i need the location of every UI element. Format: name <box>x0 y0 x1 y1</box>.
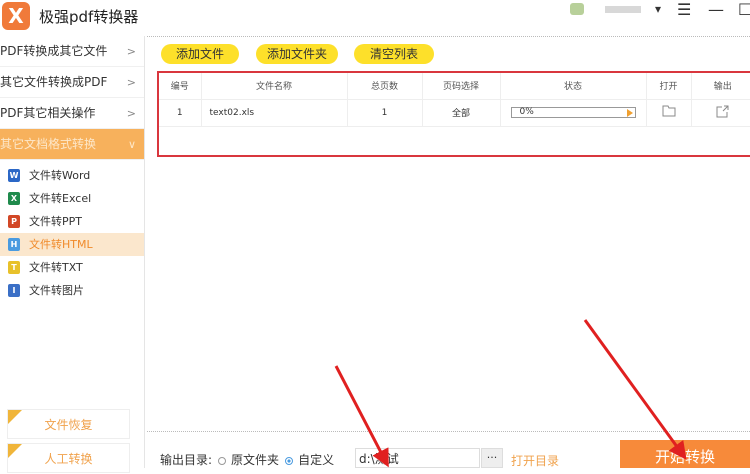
app-title: 极强pdf转换器 <box>39 8 139 26</box>
sub-to-excel[interactable]: X 文件转Excel <box>0 187 144 210</box>
minimize-button[interactable]: — <box>708 0 724 19</box>
cell-filename: text02.xls <box>201 99 348 127</box>
sub-to-ppt[interactable]: P 文件转PPT <box>0 210 144 233</box>
radio-original-folder[interactable] <box>218 456 227 465</box>
export-icon[interactable] <box>691 99 750 127</box>
col-status: 状态 <box>500 73 647 100</box>
col-pages: 总页数 <box>347 73 423 100</box>
menu-other-to-pdf[interactable]: 其它文件转换成PDF > <box>0 67 144 98</box>
table-row[interactable]: 1 text02.xls 1 全部 0% <box>159 99 750 127</box>
open-folder-icon[interactable] <box>646 99 692 127</box>
col-open: 打开 <box>646 73 692 100</box>
image-icon: I <box>8 284 20 297</box>
cell-pages: 1 <box>347 99 423 127</box>
sub-label: 文件转Word <box>29 169 91 182</box>
add-folder-button[interactable]: 添加文件夹 <box>256 44 338 64</box>
ppt-icon: P <box>8 215 20 228</box>
sidebar: PDF转换成其它文件 > 其它文件转换成PDF > PDF其它相关操作 > 其它文档格… <box>0 36 145 473</box>
add-file-button[interactable]: 添加文件 <box>161 44 239 64</box>
app-logo: X <box>2 2 30 30</box>
sub-label: 文件转Excel <box>29 192 92 205</box>
cell-status: 0% <box>500 99 647 127</box>
output-path-input[interactable]: d:\测试 <box>355 448 480 468</box>
custom-label[interactable]: 自定义 <box>298 453 334 467</box>
file-table: 编号 文件名称 总页数 页码选择 状态 打开 输出 1 text02.xls 1… <box>157 71 750 157</box>
cell-number: 1 <box>159 99 202 127</box>
menu-icon[interactable]: ☰ <box>677 0 691 19</box>
chevron-right-icon: > <box>126 107 136 120</box>
original-folder-label[interactable]: 原文件夹 <box>231 453 279 467</box>
sub-to-word[interactable]: W 文件转Word <box>0 164 144 187</box>
col-output: 输出 <box>691 73 750 100</box>
account-dropdown-icon[interactable]: ▾ <box>655 2 661 16</box>
start-convert-button[interactable]: 开始转换 <box>620 440 750 468</box>
browse-button[interactable]: ··· <box>481 448 503 468</box>
file-list-panel: 添加文件 添加文件夹 清空列表 编号 文件名称 总页数 页码选择 状态 打开 输… <box>147 36 750 432</box>
chevron-down-icon: ∨ <box>127 138 136 151</box>
menu-label: 其它文件转换成PDF <box>0 75 108 89</box>
sub-label: 文件转HTML <box>29 238 93 251</box>
clear-list-button[interactable]: 清空列表 <box>354 44 434 64</box>
chevron-right-icon: > <box>126 45 136 58</box>
play-icon <box>626 109 633 117</box>
txt-icon: T <box>8 261 20 274</box>
manual-convert-button[interactable]: 人工转换 <box>7 443 130 473</box>
col-number: 编号 <box>159 73 202 100</box>
word-icon: W <box>8 169 20 182</box>
sub-to-txt[interactable]: T 文件转TXT <box>0 256 144 279</box>
progress-text: 0% <box>519 107 534 117</box>
radio-custom[interactable] <box>285 456 294 465</box>
sub-to-html[interactable]: H 文件转HTML <box>0 233 144 256</box>
excel-icon: X <box>8 192 20 205</box>
table-header: 编号 文件名称 总页数 页码选择 状态 打开 输出 <box>159 73 750 100</box>
col-range: 页码选择 <box>422 73 501 100</box>
new-ribbon-icon <box>8 410 22 424</box>
col-filename: 文件名称 <box>201 73 348 100</box>
output-dir-label: 输出目录: <box>160 453 213 467</box>
menu-pdf-related[interactable]: PDF其它相关操作 > <box>0 98 144 129</box>
user-name[interactable] <box>605 6 641 13</box>
output-settings: 输出目录: 原文件夹 自定义 <box>160 452 334 468</box>
title-bar: X 极强pdf转换器 ▾ ☰ — ☐ <box>0 0 750 36</box>
button-label: 人工转换 <box>44 452 93 466</box>
chevron-right-icon: > <box>126 76 136 89</box>
maximize-button[interactable]: ☐ <box>738 0 750 19</box>
sub-label: 文件转PPT <box>29 215 82 228</box>
button-label: 文件恢复 <box>44 418 93 432</box>
html-icon: H <box>8 238 20 251</box>
user-avatar[interactable] <box>570 3 584 15</box>
progress-bar: 0% <box>510 107 636 118</box>
menu-label: 其它文档格式转换 <box>0 137 97 151</box>
menu-pdf-to-other[interactable]: PDF转换成其它文件 > <box>0 36 144 67</box>
file-recover-button[interactable]: 文件恢复 <box>7 409 130 439</box>
menu-label: PDF转换成其它文件 <box>0 44 108 58</box>
sub-label: 文件转TXT <box>29 261 83 274</box>
cell-range[interactable]: 全部 <box>422 99 501 127</box>
open-directory-link[interactable]: 打开目录 <box>511 452 559 469</box>
menu-label: PDF其它相关操作 <box>0 106 96 120</box>
sub-label: 文件转图片 <box>29 284 84 297</box>
new-ribbon-icon <box>8 444 22 458</box>
sub-to-image[interactable]: I 文件转图片 <box>0 279 144 302</box>
menu-other-format[interactable]: 其它文档格式转换 ∨ <box>0 129 144 160</box>
